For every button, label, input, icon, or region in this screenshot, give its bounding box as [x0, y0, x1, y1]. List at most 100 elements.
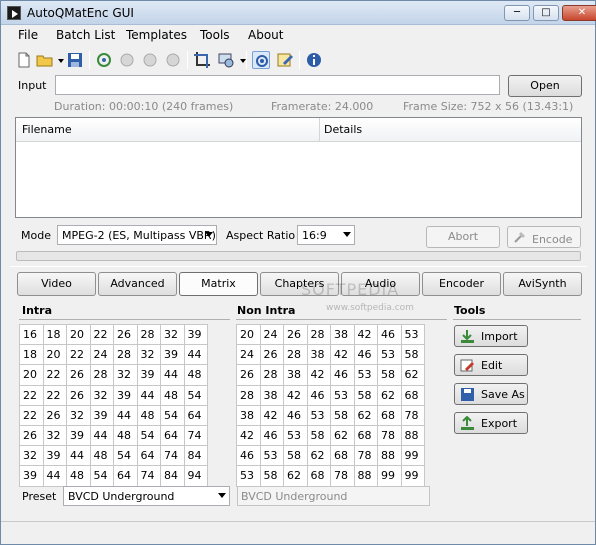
- save-icon[interactable]: [66, 51, 84, 69]
- settings-icon[interactable]: [252, 51, 270, 69]
- matrix-cell[interactable]: 94: [183, 465, 208, 487]
- matrix-cell[interactable]: 88: [353, 465, 378, 487]
- matrix-cell[interactable]: 46: [306, 384, 331, 406]
- matrix-cell[interactable]: 26: [66, 384, 91, 406]
- matrix-cell[interactable]: 64: [183, 404, 208, 426]
- matrix-cell[interactable]: 26: [236, 364, 261, 386]
- matrix-cell[interactable]: 58: [330, 404, 355, 426]
- matrix-cell[interactable]: 42: [353, 323, 378, 346]
- tab-matrix[interactable]: Matrix: [179, 272, 258, 296]
- matrix-cell[interactable]: 32: [19, 445, 44, 467]
- matrix-cell[interactable]: 18: [42, 323, 67, 346]
- matrix-cell[interactable]: 78: [400, 404, 425, 426]
- close-button[interactable]: ✕: [562, 5, 596, 21]
- matrix-cell[interactable]: 53: [259, 445, 284, 467]
- matrix-cell[interactable]: 44: [160, 364, 185, 386]
- matrix-cell[interactable]: 28: [113, 344, 138, 366]
- matrix-cell[interactable]: 20: [42, 344, 67, 366]
- matrix-cell[interactable]: 44: [66, 445, 91, 467]
- matrix-cell[interactable]: 48: [160, 384, 185, 406]
- matrix-cell[interactable]: 32: [89, 384, 114, 406]
- column-details[interactable]: Details: [324, 123, 362, 136]
- matrix-cell[interactable]: 53: [330, 384, 355, 406]
- edit-button[interactable]: Edit: [454, 354, 528, 376]
- matrix-cell[interactable]: 38: [330, 323, 355, 346]
- matrix-cell[interactable]: 84: [160, 465, 185, 487]
- matrix-cell[interactable]: 99: [400, 445, 425, 467]
- matrix-cell[interactable]: 26: [283, 323, 308, 346]
- matrix-cell[interactable]: 62: [377, 384, 402, 406]
- matrix-cell[interactable]: 46: [236, 445, 261, 467]
- menu-tools[interactable]: Tools: [200, 28, 230, 42]
- matrix-cell[interactable]: 42: [236, 424, 261, 447]
- matrix-cell[interactable]: 54: [113, 445, 138, 467]
- matrix-cell[interactable]: 28: [236, 384, 261, 406]
- matrix-cell[interactable]: 18: [19, 344, 44, 366]
- matrix-cell[interactable]: 28: [136, 323, 161, 346]
- tab-advanced[interactable]: Advanced: [98, 272, 177, 296]
- matrix-cell[interactable]: 84: [183, 445, 208, 467]
- matrix-cell[interactable]: 38: [236, 404, 261, 426]
- matrix-cell[interactable]: 58: [306, 424, 331, 447]
- matrix-cell[interactable]: 44: [89, 424, 114, 447]
- matrix-cell[interactable]: 62: [400, 364, 425, 386]
- matrix-cell[interactable]: 48: [113, 424, 138, 447]
- matrix-cell[interactable]: 32: [42, 424, 67, 447]
- matrix-cell[interactable]: 53: [353, 364, 378, 386]
- matrix-cell[interactable]: 53: [283, 424, 308, 447]
- matrix-cell[interactable]: 42: [283, 384, 308, 406]
- menu-file[interactable]: File: [18, 28, 38, 42]
- matrix-cell[interactable]: 48: [89, 445, 114, 467]
- tab-encoder[interactable]: Encoder: [422, 272, 501, 296]
- matrix-cell[interactable]: 38: [283, 364, 308, 386]
- matrix-cell[interactable]: 42: [259, 404, 284, 426]
- matrix-cell[interactable]: 46: [259, 424, 284, 447]
- matrix-cell[interactable]: 32: [113, 364, 138, 386]
- info-icon[interactable]: [305, 51, 323, 69]
- crop-icon[interactable]: [193, 51, 211, 69]
- matrix-cell[interactable]: 62: [306, 445, 331, 467]
- save-as-button[interactable]: Save As: [454, 383, 528, 405]
- matrix-cell[interactable]: 74: [136, 465, 161, 487]
- matrix-cell[interactable]: 22: [89, 323, 114, 346]
- matrix-cell[interactable]: 22: [19, 384, 44, 406]
- matrix-cell[interactable]: 46: [283, 404, 308, 426]
- matrix-cell[interactable]: 54: [89, 465, 114, 487]
- matrix-cell[interactable]: 28: [259, 364, 284, 386]
- matrix-cell[interactable]: 54: [136, 424, 161, 447]
- matrix-cell[interactable]: 22: [66, 344, 91, 366]
- matrix-cell[interactable]: 62: [353, 404, 378, 426]
- matrix-cell[interactable]: 48: [136, 404, 161, 426]
- matrix-cell[interactable]: 38: [306, 344, 331, 366]
- menu-about[interactable]: About: [248, 28, 283, 42]
- matrix-cell[interactable]: 46: [377, 323, 402, 346]
- menu-templates[interactable]: Templates: [126, 28, 187, 42]
- refresh-icon[interactable]: [95, 51, 113, 69]
- matrix-cell[interactable]: 54: [160, 404, 185, 426]
- matrix-cell[interactable]: 74: [160, 445, 185, 467]
- matrix-cell[interactable]: 26: [42, 404, 67, 426]
- matrix-cell[interactable]: 32: [136, 344, 161, 366]
- matrix-cell[interactable]: 53: [306, 404, 331, 426]
- matrix-cell[interactable]: 53: [236, 465, 261, 487]
- matrix-cell[interactable]: 44: [136, 384, 161, 406]
- matrix-cell[interactable]: 99: [400, 465, 425, 487]
- open-button[interactable]: Open: [508, 75, 582, 97]
- matrix-cell[interactable]: 32: [160, 323, 185, 346]
- matrix-cell[interactable]: 28: [283, 344, 308, 366]
- matrix-cell[interactable]: 26: [259, 344, 284, 366]
- minimize-button[interactable]: ─: [504, 5, 530, 21]
- open-dropdown-icon[interactable]: [52, 51, 64, 69]
- matrix-cell[interactable]: 42: [330, 344, 355, 366]
- matrix-cell[interactable]: 39: [136, 364, 161, 386]
- preset-select[interactable]: BVCD Underground: [63, 486, 230, 506]
- matrix-cell[interactable]: 48: [66, 465, 91, 487]
- matrix-cell[interactable]: 22: [19, 404, 44, 426]
- matrix-cell[interactable]: 24: [89, 344, 114, 366]
- matrix-cell[interactable]: 32: [66, 404, 91, 426]
- matrix-cell[interactable]: 16: [19, 323, 44, 346]
- edit-icon[interactable]: [276, 51, 294, 69]
- matrix-cell[interactable]: 22: [42, 384, 67, 406]
- tab-video[interactable]: Video: [17, 272, 96, 296]
- preview-icon[interactable]: [217, 51, 235, 69]
